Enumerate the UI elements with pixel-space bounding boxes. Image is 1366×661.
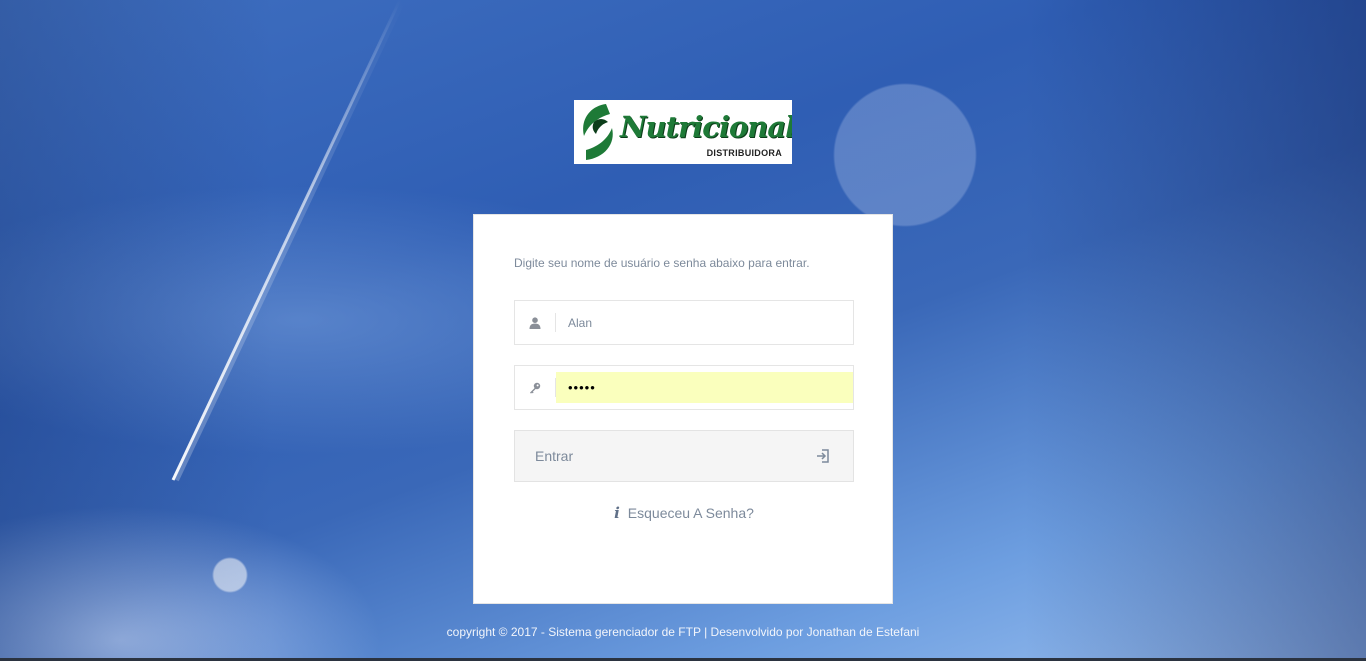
- leaf-logo-icon: [583, 104, 613, 160]
- login-icon: [817, 449, 829, 463]
- login-button-label: Entrar: [535, 448, 574, 464]
- username-field: [514, 300, 854, 345]
- info-icon: i: [614, 504, 620, 522]
- footer-copyright: copyright © 2017 - Sistema gerenciador d…: [446, 625, 920, 639]
- login-card: Digite seu nome de usuário e senha abaix…: [473, 214, 893, 604]
- username-input[interactable]: [556, 307, 853, 338]
- brand-logo: Nutricional DISTRIBUIDORA: [574, 100, 792, 164]
- password-field: [514, 365, 854, 410]
- password-input[interactable]: [556, 372, 853, 403]
- key-icon: [515, 366, 555, 409]
- login-button[interactable]: Entrar: [514, 430, 854, 482]
- forgot-password-label: Esqueceu A Senha?: [627, 505, 754, 521]
- logo-subtitle: DISTRIBUIDORA: [706, 148, 782, 158]
- forgot-password-link[interactable]: i Esqueceu A Senha?: [474, 504, 894, 522]
- user-icon: [515, 301, 555, 344]
- logo-wordmark: Nutricional: [620, 110, 792, 144]
- login-instructions: Digite seu nome de usuário e senha abaix…: [514, 256, 810, 270]
